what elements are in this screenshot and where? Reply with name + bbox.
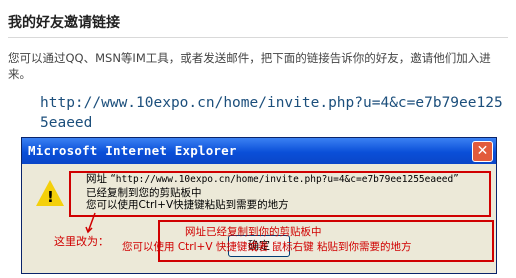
message-line-copied: 已经复制到您的剪贴板中 xyxy=(86,186,202,199)
annotation-label: 这里改为： xyxy=(54,235,109,248)
invite-link[interactable]: http://www.10expo.cn/home/invite.php?u=4… xyxy=(40,93,510,133)
annotation-replacement-line1: 网址已经复制到你的剪贴板中 xyxy=(185,226,322,238)
annotation-arrow-icon xyxy=(85,212,96,234)
message-url: http://www.10expo.cn/home/invite.php?u=4… xyxy=(115,174,454,185)
invite-intro-text: 您可以通过QQ、MSN等IM工具，或者发送邮件，把下面的链接告诉你的好友，邀请他… xyxy=(8,51,491,81)
title-divider xyxy=(8,37,508,38)
ie-alert-dialog: Microsoft Internet Explorer ✕ ! 网址 “http… xyxy=(21,137,497,274)
message-url-label: 网址 “ xyxy=(86,173,116,185)
dialog-message: 网址 “http://www.10expo.cn/home/invite.php… xyxy=(86,173,459,212)
page-title: 我的好友邀请链接 xyxy=(8,15,120,31)
dialog-titlebar[interactable]: Microsoft Internet Explorer ✕ xyxy=(22,138,496,164)
annotation-replacement-line2: 您可以使用 Ctrl+V 快捷键或者 鼠标右键 粘贴到你需要的地方 xyxy=(122,241,412,253)
message-url-end: ” xyxy=(453,173,459,185)
message-line-paste: 您可以使用Ctrl+V快捷键粘贴到需要的地方 xyxy=(86,199,289,211)
close-button[interactable]: ✕ xyxy=(472,141,493,162)
warning-exclamation-icon: ! xyxy=(47,188,54,206)
dialog-title: Microsoft Internet Explorer xyxy=(28,143,237,158)
